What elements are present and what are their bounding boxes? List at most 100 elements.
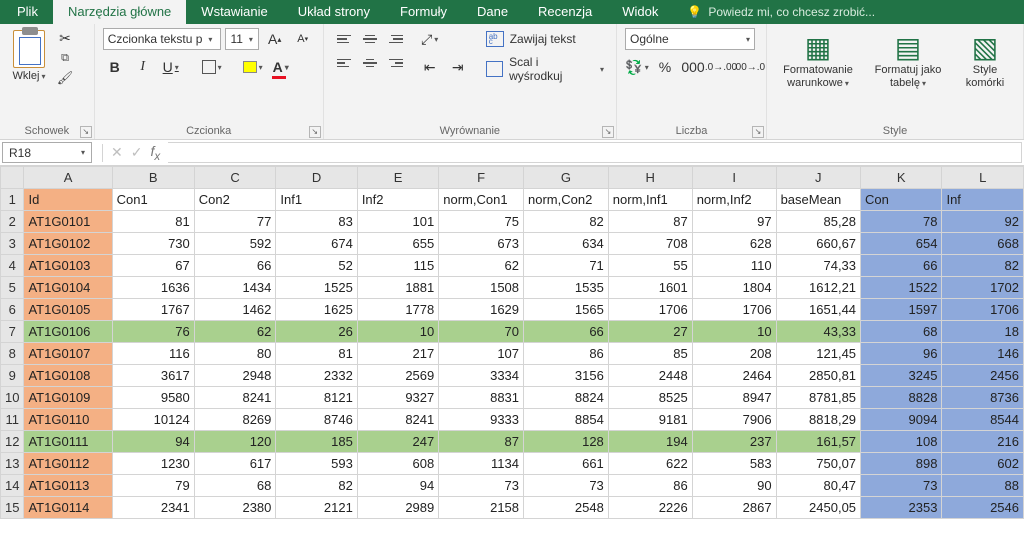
cell[interactable]: 94 (112, 431, 194, 453)
cell[interactable]: 110 (692, 255, 776, 277)
cell[interactable]: 81 (112, 211, 194, 233)
cell[interactable]: 1706 (942, 299, 1024, 321)
cell[interactable]: 9327 (357, 387, 438, 409)
cell[interactable]: 2548 (524, 497, 609, 519)
cell-styles-button[interactable]: ▧ Style komórki (955, 28, 1015, 90)
cell[interactable]: AT1G0107 (24, 343, 112, 365)
cell[interactable]: 1230 (112, 453, 194, 475)
cell[interactable]: 120 (194, 431, 276, 453)
orientation-button[interactable]: ⤢▾ (418, 28, 442, 50)
cell[interactable]: 8947 (692, 387, 776, 409)
cell[interactable]: Con (861, 189, 942, 211)
alignment-dialog-launcher[interactable]: ↘ (602, 126, 614, 138)
cell[interactable]: 79 (112, 475, 194, 497)
wrap-text-button[interactable]: Zawijaj tekst (482, 28, 608, 50)
formula-input[interactable] (168, 142, 1022, 163)
col-header-F[interactable]: F (439, 167, 524, 189)
row-header-4[interactable]: 4 (1, 255, 24, 277)
cell[interactable]: 622 (608, 453, 692, 475)
row-header-7[interactable]: 7 (1, 321, 24, 343)
cell[interactable]: 80 (194, 343, 276, 365)
cell[interactable]: AT1G0102 (24, 233, 112, 255)
cell[interactable]: 1565 (524, 299, 609, 321)
cell[interactable]: 10124 (112, 409, 194, 431)
col-header-H[interactable]: H (608, 167, 692, 189)
cell[interactable]: 8241 (357, 409, 438, 431)
cell[interactable]: 1508 (439, 277, 524, 299)
font-dialog-launcher[interactable]: ↘ (309, 126, 321, 138)
cell[interactable]: 2546 (942, 497, 1024, 519)
cell[interactable]: 62 (194, 321, 276, 343)
col-header-I[interactable]: I (692, 167, 776, 189)
cell[interactable]: 1525 (276, 277, 357, 299)
cell[interactable]: 2867 (692, 497, 776, 519)
cell[interactable]: 1625 (276, 299, 357, 321)
cell[interactable]: norm,Con2 (524, 189, 609, 211)
cell[interactable]: 2448 (608, 365, 692, 387)
col-header-C[interactable]: C (194, 167, 276, 189)
cell[interactable]: 66 (861, 255, 942, 277)
cell[interactable]: 2158 (439, 497, 524, 519)
underline-button[interactable]: U▾ (159, 56, 183, 78)
cell[interactable]: 634 (524, 233, 609, 255)
cell[interactable]: 1706 (608, 299, 692, 321)
align-right-button[interactable] (384, 52, 408, 74)
cell[interactable]: 1462 (194, 299, 276, 321)
cell[interactable]: 26 (276, 321, 357, 343)
cell[interactable]: 2464 (692, 365, 776, 387)
col-header-G[interactable]: G (524, 167, 609, 189)
cell[interactable]: 97 (692, 211, 776, 233)
cell[interactable]: AT1G0105 (24, 299, 112, 321)
cell[interactable]: 52 (276, 255, 357, 277)
cell[interactable]: 194 (608, 431, 692, 453)
col-header-D[interactable]: D (276, 167, 357, 189)
cell[interactable]: 2948 (194, 365, 276, 387)
cell[interactable]: 602 (942, 453, 1024, 475)
cell[interactable]: 750,07 (776, 453, 860, 475)
cell[interactable]: 8241 (194, 387, 276, 409)
cell[interactable]: 121,45 (776, 343, 860, 365)
align-bottom-button[interactable] (384, 28, 408, 50)
cell[interactable]: Inf1 (276, 189, 357, 211)
cell[interactable]: Con2 (194, 189, 276, 211)
cell[interactable]: norm,Con1 (439, 189, 524, 211)
tab-data[interactable]: Dane (462, 0, 523, 24)
decrease-indent-button[interactable]: ⇤ (418, 56, 442, 78)
cell[interactable]: 583 (692, 453, 776, 475)
cell[interactable]: Inf (942, 189, 1024, 211)
font-size-combo[interactable]: 11▾ (225, 28, 259, 50)
cell[interactable]: 8831 (439, 387, 524, 409)
cell[interactable]: 7906 (692, 409, 776, 431)
cell[interactable]: 593 (276, 453, 357, 475)
cell[interactable]: 90 (692, 475, 776, 497)
cell[interactable]: 78 (861, 211, 942, 233)
align-top-button[interactable] (332, 28, 356, 50)
font-color-button[interactable]: A▾ (269, 56, 293, 78)
cell[interactable]: AT1G0110 (24, 409, 112, 431)
cell[interactable]: 2850,81 (776, 365, 860, 387)
number-format-combo[interactable]: Ogólne▾ (625, 28, 755, 50)
cell[interactable]: 208 (692, 343, 776, 365)
tab-view[interactable]: Widok (607, 0, 673, 24)
cell[interactable]: 2121 (276, 497, 357, 519)
cell[interactable]: 1134 (439, 453, 524, 475)
cell[interactable]: 8781,85 (776, 387, 860, 409)
format-painter-button[interactable]: 🖌 (56, 70, 74, 86)
row-header-8[interactable]: 8 (1, 343, 24, 365)
cell[interactable]: 146 (942, 343, 1024, 365)
cell[interactable]: 9094 (861, 409, 942, 431)
number-dialog-launcher[interactable]: ↘ (752, 126, 764, 138)
tab-file[interactable]: Plik (2, 0, 53, 24)
cell[interactable]: 2380 (194, 497, 276, 519)
clipboard-dialog-launcher[interactable]: ↘ (80, 126, 92, 138)
row-header-3[interactable]: 3 (1, 233, 24, 255)
cell[interactable]: 668 (942, 233, 1024, 255)
row-header-1[interactable]: 1 (1, 189, 24, 211)
cell[interactable]: 18 (942, 321, 1024, 343)
cell[interactable]: 68 (861, 321, 942, 343)
cell[interactable]: AT1G0108 (24, 365, 112, 387)
format-as-table-button[interactable]: ▤ Formatuj jako tabelę▾ (865, 28, 951, 90)
enter-formula-icon[interactable]: ✓ (131, 144, 143, 161)
cell[interactable]: 8269 (194, 409, 276, 431)
cell[interactable]: norm,Inf2 (692, 189, 776, 211)
